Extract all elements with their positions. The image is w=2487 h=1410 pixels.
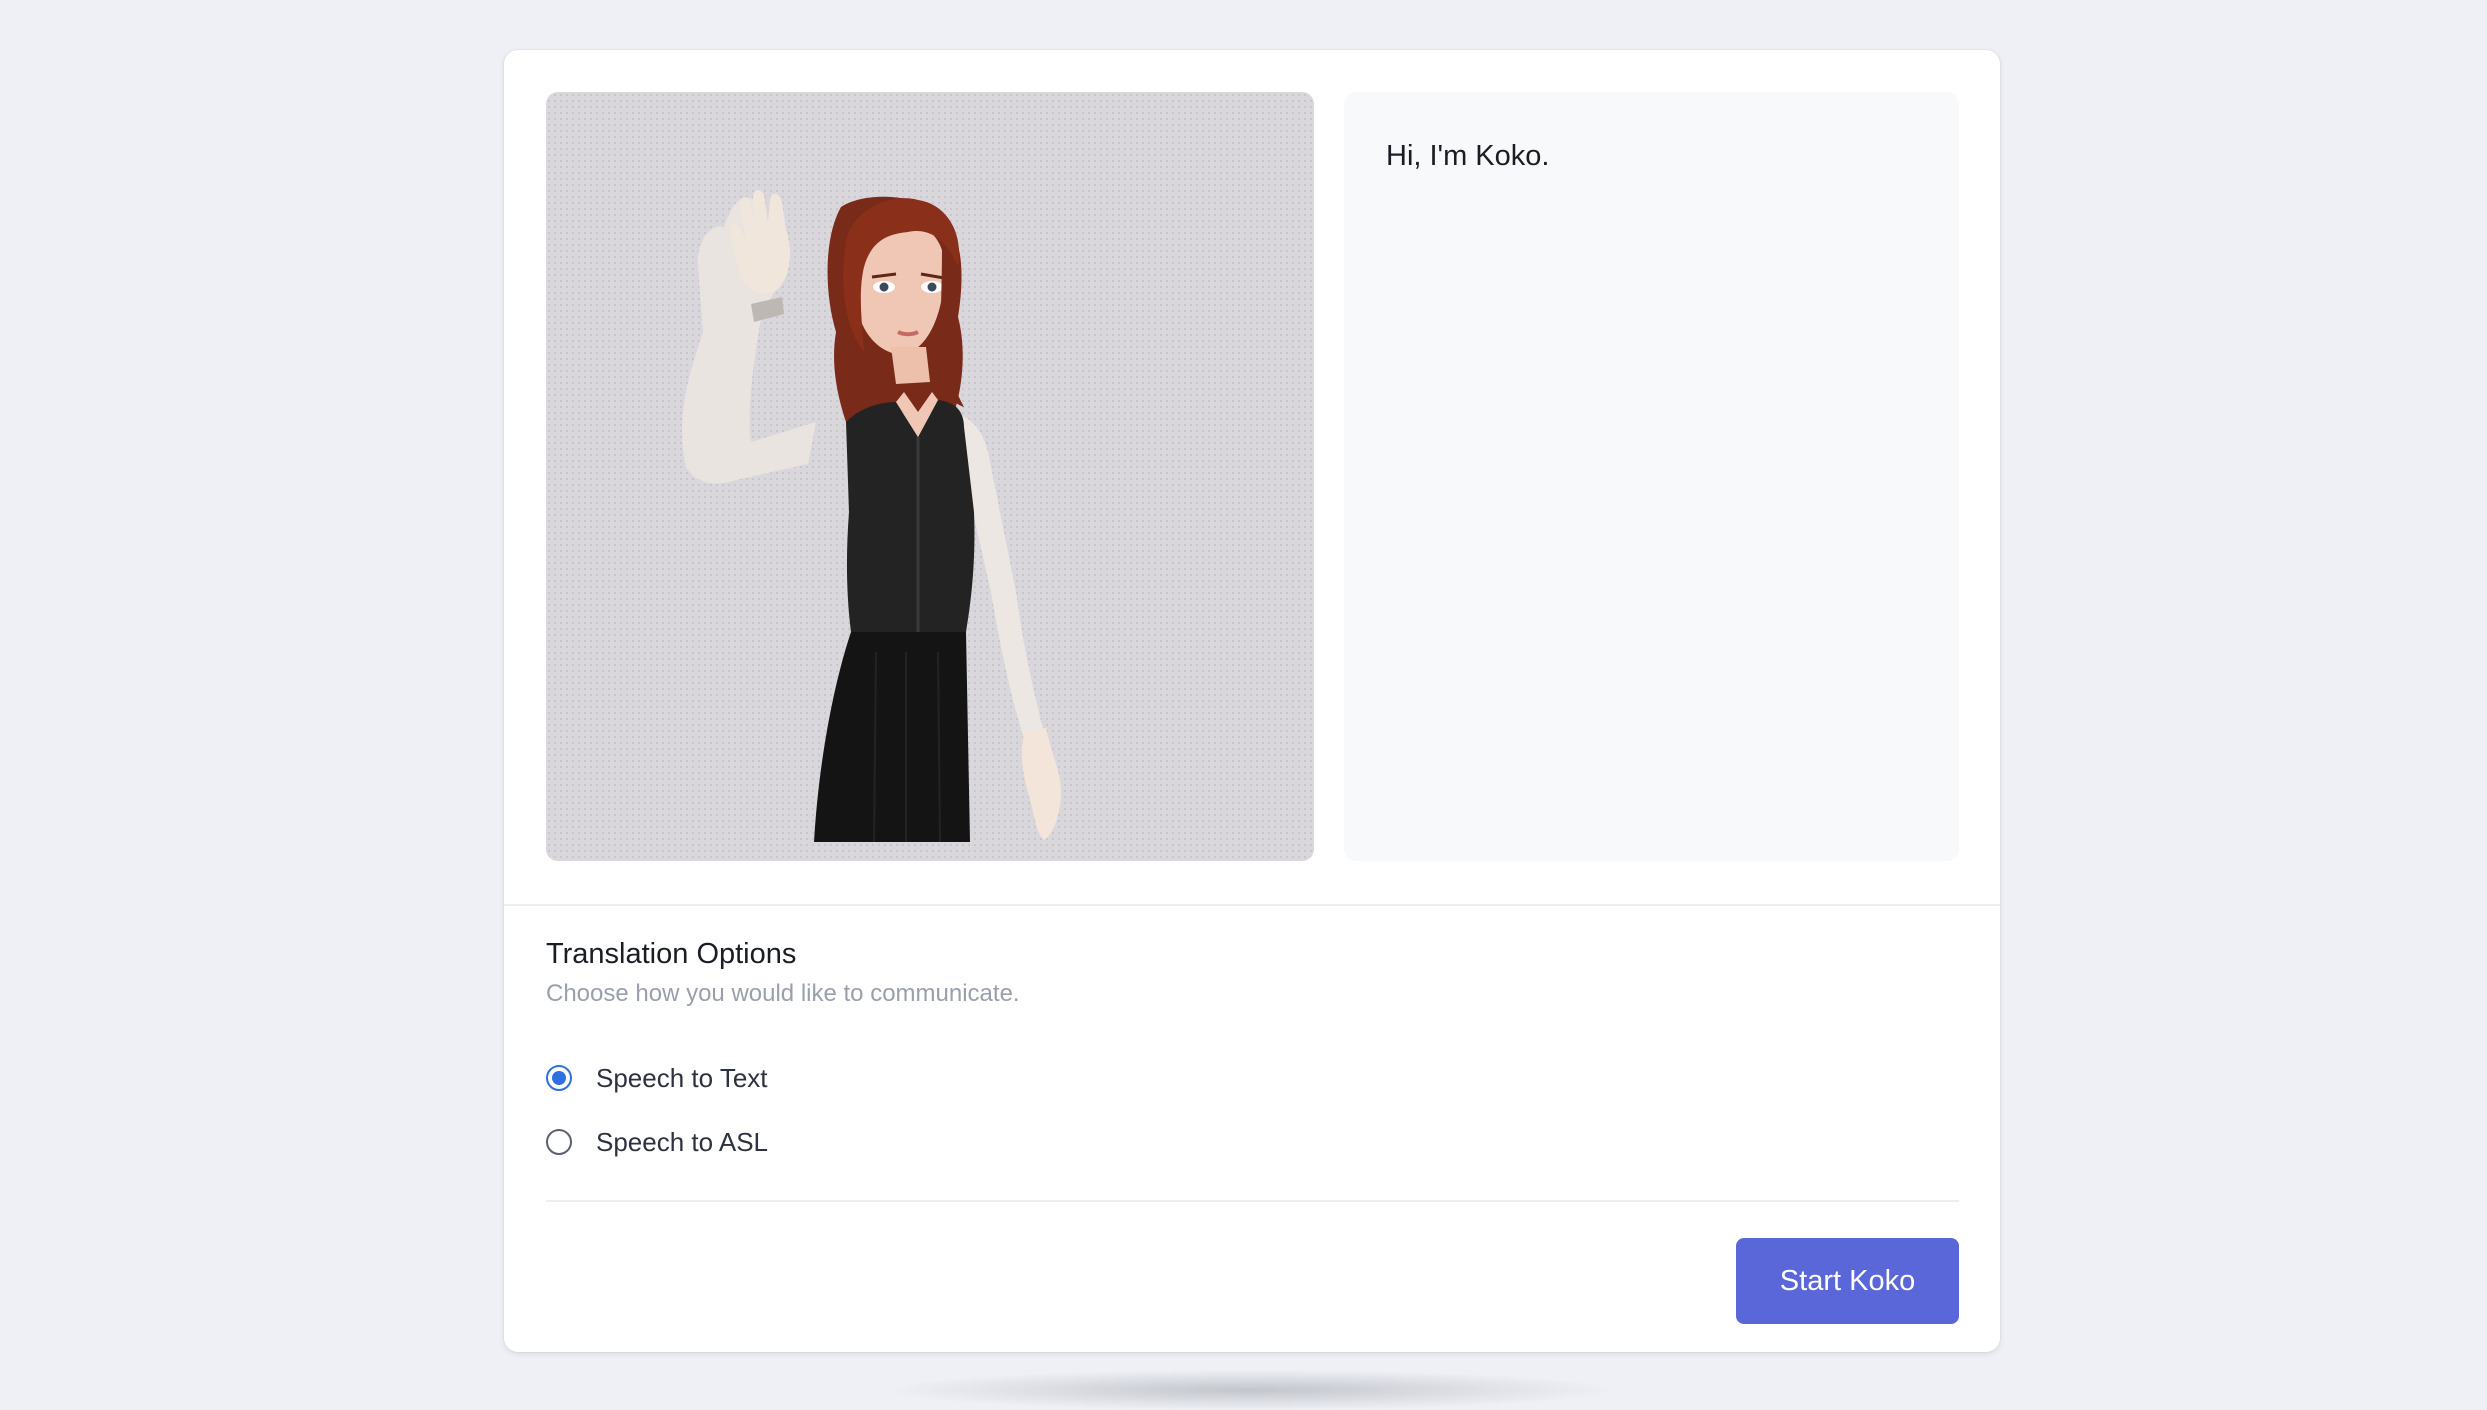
- option-label-speech-to-text: Speech to Text: [596, 1062, 768, 1093]
- koko-card: Hi, I'm Koko. Translation Options Choose…: [504, 50, 2000, 1352]
- options-title: Translation Options: [546, 938, 797, 970]
- options-subtitle: Choose how you would like to communicate…: [546, 980, 1020, 1007]
- radio-speech-to-asl[interactable]: [546, 1129, 572, 1155]
- section-divider: [504, 904, 2000, 906]
- option-speech-to-asl[interactable]: Speech to ASL: [546, 1124, 768, 1160]
- option-speech-to-text[interactable]: Speech to Text: [546, 1060, 768, 1096]
- signing-avatar-icon: [682, 189, 1061, 843]
- transcript-greeting: Hi, I'm Koko.: [1386, 140, 1550, 172]
- option-label-speech-to-asl: Speech to ASL: [596, 1126, 769, 1157]
- footer-divider: [546, 1200, 1959, 1202]
- avatar-viewport: [546, 92, 1314, 861]
- start-koko-button[interactable]: Start Koko: [1736, 1238, 1959, 1324]
- card-shadow: [890, 1370, 1610, 1410]
- transcript-panel: Hi, I'm Koko.: [1344, 92, 1959, 861]
- radio-speech-to-text[interactable]: [546, 1065, 572, 1091]
- radio-selected-dot: [552, 1071, 566, 1085]
